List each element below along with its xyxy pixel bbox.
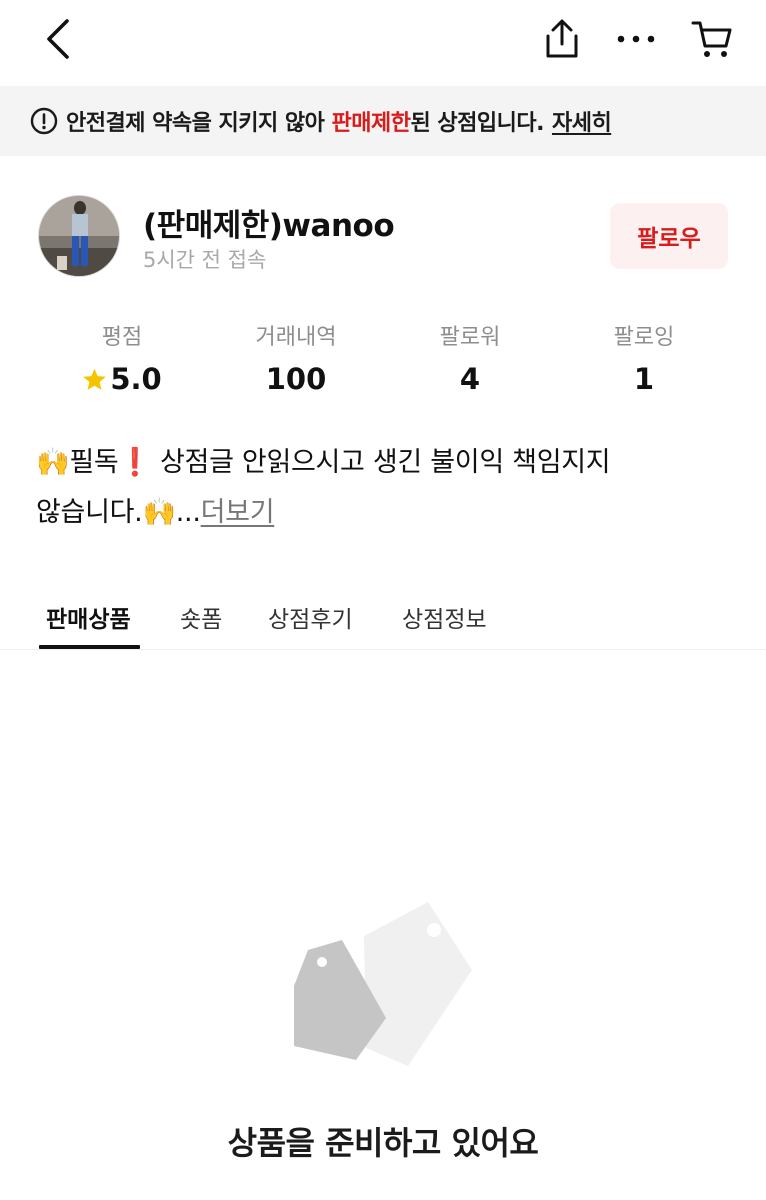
stat-following[interactable]: 팔로잉 1	[557, 322, 731, 402]
stat-transactions[interactable]: 거래내역 100	[209, 322, 383, 402]
restriction-banner: 안전결제 약속을 지키지 않아 판매제한 된 상점입니다. 자세히	[0, 86, 766, 156]
tab-reviews[interactable]: 상점후기	[268, 600, 353, 634]
top-navigation-bar	[0, 0, 766, 84]
stat-value: 4	[459, 362, 481, 396]
star-icon	[83, 368, 107, 390]
banner-detail-link[interactable]: 자세히	[552, 105, 612, 137]
avatar[interactable]	[38, 195, 120, 277]
intro-line-2: 않습니다.🙌...	[36, 497, 201, 528]
stat-value: 1	[633, 362, 655, 396]
share-button[interactable]	[538, 14, 586, 64]
cart-button[interactable]	[688, 14, 736, 64]
stat-label: 평점	[101, 325, 143, 350]
stat-rating[interactable]: 평점 5.0	[35, 322, 209, 402]
tab-shop-info[interactable]: 상점정보	[402, 600, 487, 634]
shop-tabs: 판매상품 숏폼 상점후기 상점정보	[0, 590, 766, 650]
active-tab-indicator	[39, 645, 140, 649]
stat-value: 5.0	[110, 362, 162, 396]
shop-introduction: 🙌필독❗ 상점글 안읽으시고 생긴 불이익 책임지지 않습니다.🙌...더보기	[36, 438, 676, 538]
stat-label: 팔로잉	[613, 325, 675, 350]
read-more-link[interactable]: 더보기	[201, 497, 275, 528]
avatar-image	[39, 196, 119, 276]
price-tags-icon	[294, 902, 472, 1066]
follow-button[interactable]: 팔로우	[610, 203, 728, 269]
banner-highlight: 판매제한	[331, 111, 411, 136]
banner-text-after: 된 상점입니다.	[410, 111, 545, 136]
shop-stats: 평점 5.0 거래내역 100 팔로워 4 팔로잉 1	[35, 322, 731, 402]
empty-state-message: 상품을 준비하고 있어요	[227, 1124, 539, 1162]
last-access-status: 5시간 전 접속	[143, 248, 267, 272]
chevron-left-icon	[47, 19, 69, 59]
stat-label: 거래내역	[255, 325, 337, 350]
stat-followers[interactable]: 팔로워 4	[383, 322, 557, 402]
stat-label: 팔로워	[439, 325, 501, 350]
share-icon	[546, 19, 578, 58]
stat-value: 100	[265, 362, 327, 396]
alert-circle-icon	[30, 107, 58, 135]
more-horizontal-icon	[617, 35, 655, 43]
more-options-button[interactable]	[612, 14, 660, 64]
tab-shortform[interactable]: 숏폼	[180, 600, 222, 634]
banner-text-before: 안전결제 약속을 지키지 않아	[66, 111, 332, 136]
tab-products[interactable]: 판매상품	[46, 600, 131, 634]
shop-profile-page: 안전결제 약속을 지키지 않아 판매제한 된 상점입니다. 자세히 (판매제한)…	[0, 0, 766, 1200]
back-button[interactable]	[36, 14, 80, 64]
cart-icon	[691, 21, 732, 57]
shop-name: (판매제한)wanoo	[143, 208, 395, 244]
intro-line-1: 🙌필독❗ 상점글 안읽으시고 생긴 불이익 책임지지	[36, 447, 611, 478]
